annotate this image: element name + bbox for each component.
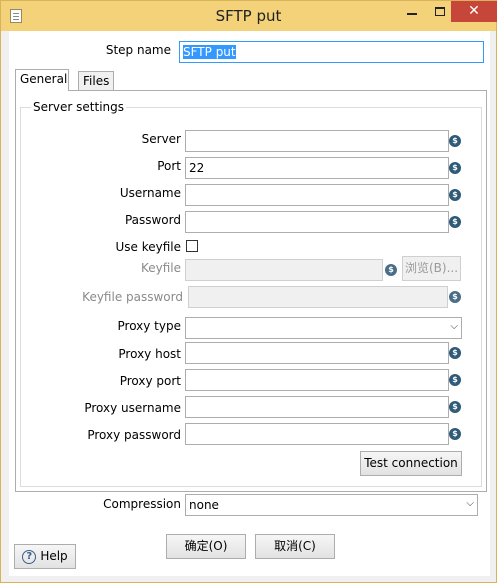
keyfile-password-label: Keyfile password [82,290,183,304]
maximize-icon [435,6,445,16]
server-label: Server [141,132,181,146]
tab-general-label: General [20,72,68,86]
proxy-type-label: Proxy type [117,319,182,333]
variable-dollar-icon: $ [449,189,461,201]
server-settings-title: Server settings [31,100,127,114]
chevron-down-icon: ⌵ [450,321,458,332]
minimize-button[interactable] [398,1,426,22]
password-input[interactable] [185,211,449,233]
compression-select[interactable]: none ⌵ [185,494,478,516]
tab-general[interactable]: General [15,69,69,91]
variable-dollar-icon: $ [449,374,461,386]
port-label: Port [157,159,181,173]
port-input[interactable]: 22 [185,157,449,179]
step-name-label: Step name [105,43,171,57]
dialog-content: Step name SFTP put General Files Server … [9,31,490,576]
variable-dollar-icon: $ [385,264,397,276]
dialog-window: SFTP put ✕ Step name SFTP put General Fi… [0,0,497,583]
proxy-type-select[interactable]: ⌵ [185,317,462,339]
variable-dollar-icon: $ [449,428,461,440]
browse-button[interactable]: 浏览(B)... [402,256,461,281]
variable-dollar-icon: $ [449,216,461,228]
close-button[interactable]: ✕ [451,1,497,22]
tab-files[interactable]: Files [78,71,114,91]
help-button[interactable]: ? Help [14,544,76,569]
username-input[interactable] [185,184,449,206]
proxy-username-input[interactable] [185,396,449,418]
keyfile-password-input[interactable] [188,286,448,308]
proxy-port-input[interactable] [185,369,449,391]
variable-dollar-icon: $ [449,291,461,303]
variable-dollar-icon: $ [449,401,461,413]
username-label: Username [119,186,181,200]
minimize-icon [407,13,417,15]
ok-button[interactable]: 确定(O) [166,534,246,559]
proxy-password-label: Proxy password [87,428,181,442]
help-button-label: Help [40,549,68,563]
variable-dollar-icon: $ [449,162,461,174]
password-label: Password [124,213,181,227]
title-bar: SFTP put ✕ [1,1,497,31]
proxy-host-input[interactable] [185,342,449,364]
close-icon: ✕ [468,3,480,19]
server-input[interactable] [185,130,449,152]
test-connection-button[interactable]: Test connection [360,451,462,476]
use-keyfile-checkbox[interactable] [186,240,198,252]
keyfile-input[interactable] [185,259,383,281]
step-name-input[interactable]: SFTP put [179,41,484,63]
keyfile-label: Keyfile [140,261,181,275]
proxy-host-label: Proxy host [118,347,181,361]
variable-dollar-icon: $ [449,347,461,359]
proxy-port-label: Proxy port [119,374,181,388]
help-question-icon: ? [22,549,37,564]
maximize-button[interactable] [426,1,454,22]
chevron-down-icon: ⌵ [466,498,474,509]
tab-files-label: Files [83,74,110,88]
proxy-password-input[interactable] [185,423,449,445]
use-keyfile-label: Use keyfile [115,240,181,254]
compression-value: none [189,498,219,512]
step-name-value: SFTP put [183,45,236,59]
proxy-username-label: Proxy username [84,401,181,415]
variable-dollar-icon: $ [449,135,461,147]
compression-label: Compression [103,497,181,511]
cancel-button[interactable]: 取消(C) [255,534,335,559]
